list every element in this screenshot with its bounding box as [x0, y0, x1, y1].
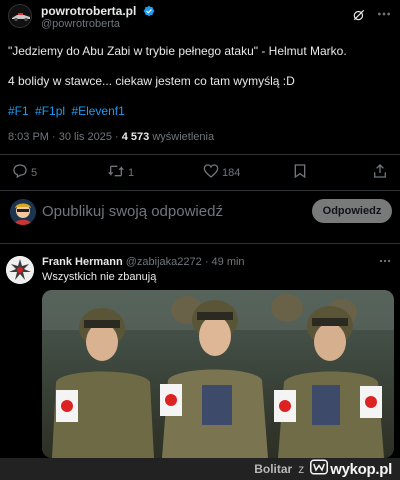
divider — [0, 154, 400, 155]
reply-author-handle[interactable]: @zabijaka2272 · 49 min — [126, 256, 245, 268]
verified-badge-icon — [143, 5, 155, 20]
repost-action[interactable]: 1 — [107, 163, 134, 182]
tweet-text-line-2: 4 bolidy w stawce... ciekaw jestem co ta… — [8, 74, 295, 88]
views-label: wyświetlenia — [149, 131, 215, 143]
bookmark-action[interactable] — [292, 163, 308, 182]
reply-button[interactable]: Odpowiedz — [312, 199, 392, 223]
reply-count: 5 — [31, 166, 38, 179]
wykop-logo-icon — [310, 459, 329, 480]
reply-text: Wszystkich nie zbanują — [42, 271, 157, 283]
reply-more-options-icon[interactable] — [378, 254, 392, 273]
repost-icon — [107, 163, 125, 182]
hashtag-link[interactable]: #Elevenf1 — [71, 104, 124, 118]
repost-count: 1 — [128, 166, 135, 179]
wykop-footer: Bolitar z wykop.pl — [0, 458, 400, 480]
like-action[interactable]: 184 — [203, 163, 240, 182]
reply-composer: Opublikuj swoją odpowiedź Odpowiedz — [0, 195, 400, 233]
hashtag-link[interactable]: #F1 — [8, 104, 29, 118]
like-count: 184 — [222, 166, 241, 179]
divider — [0, 243, 400, 244]
wykop-logo[interactable]: wykop.pl — [310, 459, 392, 480]
tweet-meta: 8:03 PM · 30 lis 2025 · 4 573 wyświetlen… — [8, 131, 214, 143]
share-action[interactable] — [372, 163, 388, 182]
views-count: 4 573 — [121, 131, 150, 143]
tweet-actions: 5 1 184 — [8, 163, 392, 183]
author-avatar[interactable] — [8, 4, 32, 28]
bookmark-icon — [292, 163, 308, 182]
current-user-avatar[interactable] — [10, 199, 36, 225]
grok-icon[interactable] — [352, 8, 366, 27]
reply-author-avatar[interactable] — [6, 256, 34, 284]
share-icon — [372, 163, 388, 182]
reply-icon — [12, 163, 28, 182]
reply-photo[interactable] — [42, 290, 394, 458]
tweet-timestamp[interactable]: 8:03 PM · 30 lis 2025 · — [8, 131, 122, 143]
reply-input[interactable]: Opublikuj swoją odpowiedź — [42, 203, 223, 220]
wykop-site-name: wykop.pl — [330, 460, 392, 478]
heart-icon — [203, 163, 219, 182]
reply-author-name[interactable]: Frank Hermann — [42, 256, 123, 268]
hashtag-list: #F1 #F1pl #Elevenf1 — [8, 104, 128, 118]
footer-username[interactable]: Bolitar — [254, 462, 292, 476]
author-row: powrotroberta.pl @powrotroberta — [8, 4, 392, 30]
author-name[interactable]: powrotroberta.pl — [41, 4, 136, 18]
more-options-icon[interactable] — [376, 6, 392, 22]
reply-header: Frank Hermann @zabijaka2272 · 49 min — [42, 256, 245, 268]
footer-connector: z — [298, 462, 305, 476]
reply-action[interactable]: 5 — [12, 163, 37, 182]
divider — [0, 190, 400, 191]
author-handle[interactable]: @powrotroberta — [41, 18, 120, 30]
tweet-text-line-1: "Jedziemy do Abu Zabi w trybie pełnego a… — [8, 44, 347, 58]
hashtag-link[interactable]: #F1pl — [35, 104, 65, 118]
